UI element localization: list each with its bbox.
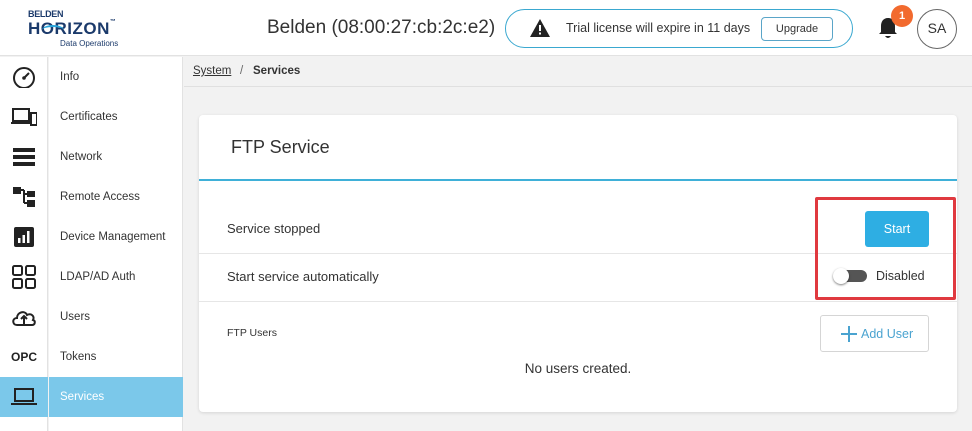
breadcrumb: System / Services	[184, 57, 972, 87]
breadcrumb-current: Services	[253, 65, 301, 77]
submenu-item-ldap-auth[interactable]: LDAP/AD Auth	[49, 257, 183, 297]
laptop-icon	[11, 388, 37, 405]
cloud-upload-icon	[12, 311, 36, 326]
list-icon	[13, 148, 35, 166]
user-avatar[interactable]: SA	[917, 9, 957, 49]
apps-grid-icon	[12, 265, 36, 289]
row-divider	[199, 301, 957, 302]
belden-horizon-logo[interactable]: BELDEN HORIZON™ Data Operations	[28, 9, 118, 49]
rail-item-reports[interactable]	[0, 217, 48, 257]
breadcrumb-system-link[interactable]: System	[193, 65, 231, 77]
ftp-users-heading: FTP Users	[227, 327, 277, 339]
device-title: Belden (08:00:27:cb:2c:e2)	[267, 17, 496, 38]
auto-start-state-label: Disabled	[876, 269, 925, 283]
rail-item-dashboard[interactable]	[0, 57, 48, 97]
rail-item-topology[interactable]	[0, 177, 48, 217]
submenu-item-services[interactable]: Services	[49, 377, 183, 417]
rail-item-cloud[interactable]	[0, 297, 48, 337]
rail-item-apps[interactable]	[0, 257, 48, 297]
logo-arc	[42, 25, 64, 35]
submenu-item-device-management[interactable]: Device Management	[49, 217, 183, 257]
rail-item-list[interactable]	[0, 137, 48, 177]
top-header: BELDEN HORIZON™ Data Operations Belden (…	[0, 0, 972, 56]
submenu-item-info[interactable]: Info	[49, 57, 183, 97]
rail-item-devices[interactable]	[0, 97, 48, 137]
plus-icon	[841, 326, 857, 342]
upgrade-button[interactable]: Upgrade	[761, 17, 833, 41]
license-banner: Trial license will expire in 11 days Upg…	[505, 9, 853, 48]
topology-icon	[13, 187, 35, 207]
card-title-divider	[199, 179, 957, 181]
ftp-service-card: FTP Service Service stopped Start Start …	[199, 115, 957, 412]
opc-icon: OPC	[10, 350, 37, 364]
row-divider	[199, 253, 957, 254]
dashboard-icon	[13, 67, 35, 88]
submenu-item-users[interactable]: Users	[49, 297, 183, 337]
submenu-item-certificates[interactable]: Certificates	[49, 97, 183, 137]
logo-line3: Data Operations	[60, 39, 119, 48]
submenu-item-network[interactable]: Network	[49, 137, 183, 177]
warning-icon	[530, 19, 550, 37]
reports-icon	[14, 227, 34, 247]
toggle-knob	[833, 268, 849, 284]
rail-item-system[interactable]	[0, 377, 48, 417]
submenu-item-tokens[interactable]: Tokens	[49, 337, 183, 377]
card-title: FTP Service	[231, 137, 330, 157]
rail-item-opc[interactable]: OPC	[0, 337, 48, 377]
auto-start-toggle[interactable]	[833, 268, 867, 284]
notification-count-badge[interactable]: 1	[891, 5, 913, 27]
auto-start-label: Start service automatically	[227, 269, 379, 284]
add-user-label: Add User	[861, 327, 914, 341]
add-user-button[interactable]: Add User	[820, 315, 929, 352]
breadcrumb-separator: /	[240, 65, 244, 77]
start-service-button[interactable]: Start	[865, 211, 929, 247]
license-text: Trial license will expire in 11 days	[566, 21, 751, 35]
icon-rail: OPC	[0, 57, 48, 431]
logo-line1: BELDEN	[28, 9, 64, 19]
devices-icon	[11, 108, 37, 126]
service-status-text: Service stopped	[227, 221, 321, 236]
empty-users-message: No users created.	[524, 361, 632, 376]
submenu-item-remote-access[interactable]: Remote Access	[49, 177, 183, 217]
system-submenu: Info Certificates Network Remote Access …	[49, 57, 183, 431]
